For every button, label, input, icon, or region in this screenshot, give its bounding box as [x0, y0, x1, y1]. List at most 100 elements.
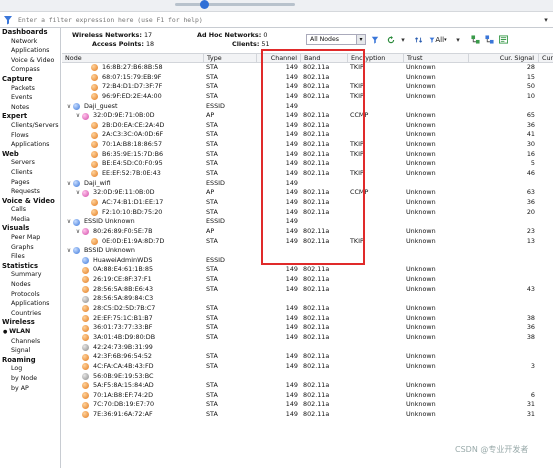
- sidebar-item[interactable]: Graphs: [0, 243, 60, 253]
- table-row[interactable]: ∨ 32:0D:9E:71:0B:0D AP 149 802.11a CCMP Unknow…: [62, 111, 553, 121]
- chevron-down-icon[interactable]: ∨: [74, 111, 82, 121]
- column-header-type[interactable]: Type: [204, 54, 257, 63]
- sidebar-item[interactable]: Packets: [0, 84, 60, 94]
- all-columns-button[interactable]: All ▾: [428, 34, 448, 45]
- column-header-current-noise[interactable]: Cur. N: [539, 54, 553, 63]
- sidebar-item[interactable]: Channels: [0, 337, 60, 347]
- table-row[interactable]: ∨ BSSID Unknown: [62, 246, 553, 256]
- sidebar-item[interactable]: Signal: [0, 346, 60, 356]
- sidebar-item[interactable]: ● WLAN: [0, 327, 60, 337]
- sort-icon[interactable]: [414, 34, 424, 45]
- table-row[interactable]: 68:07:15:79:EB:9F STA 149 802.11a Unknown 15: [62, 73, 553, 83]
- sidebar-item[interactable]: Requests: [0, 187, 60, 197]
- chevron-down-icon[interactable]: ∨: [65, 179, 73, 189]
- chevron-down-icon[interactable]: ∨: [65, 217, 73, 227]
- sidebar-item[interactable]: Summary: [0, 270, 60, 280]
- sidebar-item[interactable]: Protocols: [0, 290, 60, 300]
- expand-tree-icon[interactable]: [470, 34, 480, 45]
- table-row[interactable]: 56:0B:9E:19:53:BC: [62, 372, 553, 382]
- chevron-down-icon[interactable]: ∨: [74, 227, 82, 237]
- table-row[interactable]: ∨ ESSID Unknown ESSID 149: [62, 217, 553, 227]
- export-icon[interactable]: [498, 34, 508, 45]
- table-row[interactable]: 28:56:5A:89:84:C3: [62, 294, 553, 304]
- chevron-down-icon[interactable]: ▾: [454, 34, 462, 45]
- table-row[interactable]: 42:24:73:9B:31:99: [62, 343, 553, 353]
- column-header-trust[interactable]: Trust: [404, 54, 469, 63]
- column-header-current-signal[interactable]: Cur. Signal: [469, 54, 539, 63]
- table-row[interactable]: 0E:0D:E1:9A:8D:7D STA 149 802.11a TKIP Unknow…: [62, 237, 553, 247]
- table-row[interactable]: 7C:70:DB:19:E7:70 STA 149 802.11a Unknown 31: [62, 400, 553, 410]
- table-row[interactable]: F2:10:10:BD:75:20 STA 149 802.11a Unknown 20: [62, 208, 553, 218]
- column-header-band[interactable]: Band: [301, 54, 348, 63]
- sidebar-item[interactable]: by Node: [0, 374, 60, 384]
- table-row[interactable]: 5A:F5:8A:15:84:AD STA 149 802.11a Unknown: [62, 381, 553, 391]
- filter-icon[interactable]: [0, 13, 16, 27]
- table-row[interactable]: 4C:FA:CA:4B:43:FD STA 149 802.11a Unknown 3: [62, 362, 553, 372]
- table-row[interactable]: 28:56:5A:8B:E6:43 STA 149 802.11a Unknown 43: [62, 285, 553, 295]
- sidebar-item[interactable]: Flows: [0, 131, 60, 141]
- table-row[interactable]: 28:C5:D2:5D:7B:C7 STA 149 802.11a Unknown: [62, 304, 553, 314]
- table-row[interactable]: BE:E4:5D:C0:F0:95 STA 149 802.11a Unknown 5: [62, 159, 553, 169]
- table-row[interactable]: 0A:88:E4:61:1B:85 STA 149 802.11a Unknown: [62, 265, 553, 275]
- chevron-down-icon[interactable]: ▾: [399, 34, 407, 45]
- sidebar-item[interactable]: Clients/Servers: [0, 121, 60, 131]
- timeline-slider-knob[interactable]: [200, 0, 209, 9]
- table-row[interactable]: ∨ 80:26:89:F0:5E:7B AP 149 802.11a Unknown 23: [62, 227, 553, 237]
- table-row[interactable]: ∨ Daji_wifi ESSID 149: [62, 179, 553, 189]
- table-row[interactable]: 2B:D0:EA:CE:2A:4D STA 149 802.11a Unknown 36: [62, 121, 553, 131]
- chevron-down-icon[interactable]: ∨: [65, 102, 73, 112]
- refresh-icon[interactable]: [386, 34, 396, 45]
- table-row[interactable]: 2E:EF:75:1C:B1:B7 STA 149 802.11a Unknown 38: [62, 314, 553, 324]
- table-row[interactable]: 42:3F:6B:96:54:52 STA 149 802.11a Unknown: [62, 352, 553, 362]
- filter-dropdown-icon[interactable]: ▾: [539, 14, 553, 26]
- sidebar-item[interactable]: Clients: [0, 168, 60, 178]
- column-header-encryption[interactable]: Encryption: [348, 54, 404, 63]
- sidebar-item[interactable]: Countries: [0, 309, 60, 319]
- filter-input[interactable]: [16, 13, 539, 26]
- sidebar-item[interactable]: Pages: [0, 178, 60, 188]
- sig-cell: 31: [526, 400, 535, 409]
- table-row[interactable]: ∨ Daji_guest ESSID 149: [62, 102, 553, 112]
- chevron-down-icon[interactable]: ∨: [65, 246, 73, 256]
- table-row[interactable]: 2A:C3:3C:0A:0D:6F STA 149 802.11a Unknown 41: [62, 130, 553, 140]
- sidebar-item[interactable]: Network: [0, 37, 60, 47]
- sidebar-item[interactable]: Servers: [0, 158, 60, 168]
- sidebar-item[interactable]: Applications: [0, 140, 60, 150]
- column-header-node[interactable]: Node: [62, 54, 204, 63]
- sidebar-item[interactable]: Log: [0, 364, 60, 374]
- sidebar-item[interactable]: Voice & Video: [0, 56, 60, 66]
- sidebar-item[interactable]: Media: [0, 215, 60, 225]
- table-row[interactable]: AC:74:B1:D1:EE:17 STA 149 802.11a Unknown 36: [62, 198, 553, 208]
- table-row[interactable]: 26:19:CE:8F:37:F1 STA 149 802.11a Unknown: [62, 275, 553, 285]
- column-header-channel[interactable]: Channel: [257, 54, 301, 63]
- sidebar-item[interactable]: Peer Map: [0, 233, 60, 243]
- table-row[interactable]: EE:EF:52:7B:0E:43 STA 149 802.11a TKIP Unknow…: [62, 169, 553, 179]
- collapse-tree-icon[interactable]: [484, 34, 494, 45]
- network-icon: [82, 257, 89, 265]
- type-cell: STA: [206, 352, 218, 361]
- table-row[interactable]: 72:B4:D1:D7:3F:7F STA 149 802.11a TKIP Unknow…: [62, 82, 553, 92]
- table-row[interactable]: HuaweiAdminWDS ESSID: [62, 256, 553, 266]
- timeline-slider-track[interactable]: [175, 3, 295, 6]
- table-row[interactable]: ∨ 32:0D:9E:11:0B:0D AP 149 802.11a CCMP Unknow…: [62, 188, 553, 198]
- table-row[interactable]: 36:01:73:77:33:BF STA 149 802.11a Unknown 36: [62, 323, 553, 333]
- sidebar-item[interactable]: Applications: [0, 299, 60, 309]
- filter-toggle-icon[interactable]: [370, 34, 379, 45]
- sidebar-item[interactable]: Files: [0, 252, 60, 262]
- sidebar-item[interactable]: Applications: [0, 46, 60, 56]
- table-row[interactable]: 3A:01:4B:D9:80:DB STA 149 802.11a Unknown 38: [62, 333, 553, 343]
- table-row[interactable]: B6:35:9E:15:7D:B6 STA 149 802.11a TKIP Unknow…: [62, 150, 553, 160]
- sidebar-item[interactable]: Notes: [0, 103, 60, 113]
- nodes-filter-select[interactable]: All Nodes ▾: [306, 34, 366, 45]
- sidebar-item[interactable]: by AP: [0, 384, 60, 394]
- sidebar-item[interactable]: Calls: [0, 205, 60, 215]
- sidebar-item[interactable]: Events: [0, 93, 60, 103]
- table-row[interactable]: 7E:36:91:6A:72:AF STA 149 802.11a Unknown 31: [62, 410, 553, 420]
- table-row[interactable]: 70:1A:B8:EF:74:2D STA 149 802.11a Unknown 6: [62, 391, 553, 401]
- sidebar-item[interactable]: Nodes: [0, 280, 60, 290]
- table-row[interactable]: 96:9F:ED:2E:4A:00 STA 149 802.11a TKIP Unknow…: [62, 92, 553, 102]
- table-row[interactable]: 16:8B:27:B6:8B:58 STA 149 802.11a TKIP Unknow…: [62, 63, 553, 73]
- chevron-down-icon[interactable]: ∨: [74, 188, 82, 198]
- table-row[interactable]: 70:1A:B8:18:86:57 STA 149 802.11a TKIP Unknow…: [62, 140, 553, 150]
- sidebar-item[interactable]: Compass: [0, 65, 60, 75]
